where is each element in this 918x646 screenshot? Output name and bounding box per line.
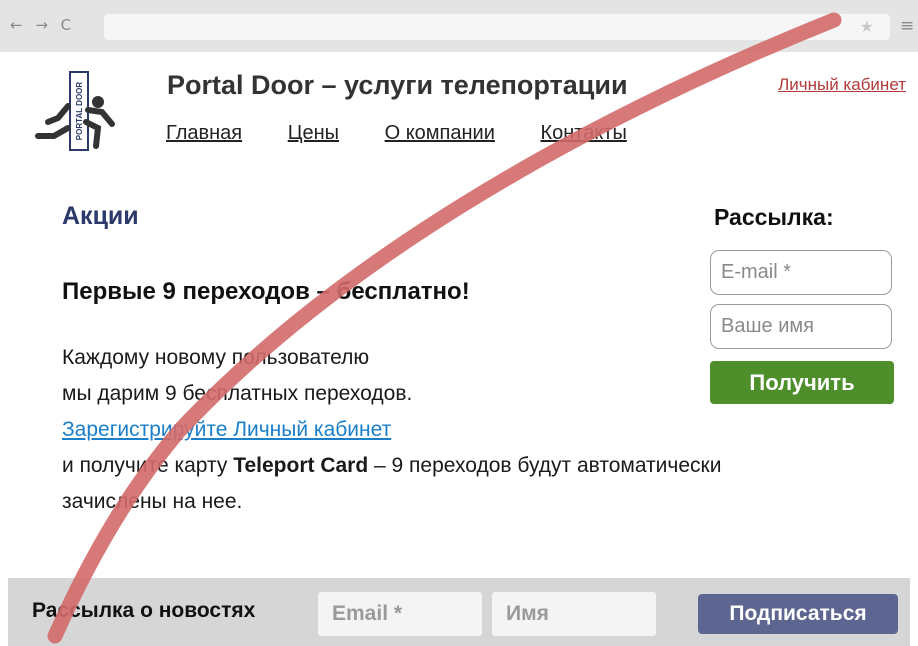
footer-newsletter-bar: Рассылка о новостях Подписаться [8,578,910,646]
promo-line-4: и получите карту Teleport Card – 9 перех… [62,448,892,484]
promo-heading: Акции [62,202,139,230]
footer-email-input[interactable] [318,592,482,636]
logo-text: PORTAL DOOR [75,82,84,141]
nav-contacts[interactable]: Контакты [540,122,626,144]
main-nav: Главная Цены О компании Контакты [166,122,667,145]
get-button[interactable]: Получить [710,361,894,404]
promo-line-4-end: – 9 переходов будут автоматически [368,454,722,477]
footer-name-input[interactable] [492,592,656,636]
page: PORTAL DOOR Portal Door – услуги телепор… [8,52,910,646]
promo-line-5: зачислены на нее. [62,490,243,513]
nav-prices[interactable]: Цены [288,122,339,144]
register-link[interactable]: Зарегистрируйте Личный кабинет [62,418,391,441]
browser-toolbar: ← → C ★ ≡ [0,0,918,52]
nav-about[interactable]: О компании [385,122,495,144]
footer-newsletter-label: Рассылка о новостях [32,599,256,622]
side-email-input[interactable] [710,250,892,295]
subscribe-button[interactable]: Подписаться [698,594,898,634]
portal-door-logo[interactable]: PORTAL DOOR [28,66,128,156]
browser-nav-icons[interactable]: ← → C [10,16,75,34]
side-name-input[interactable] [710,304,892,349]
browser-menu-icon[interactable]: ≡ [900,16,914,36]
address-bar[interactable]: ★ [104,14,890,40]
promo-title: Первые 9 переходов – бесплатно! [62,278,470,305]
card-name: Teleport Card [233,454,369,477]
promo-line-4-start: и получите карту [62,454,234,477]
bookmark-star-icon[interactable]: ★ [860,17,874,36]
nav-home[interactable]: Главная [166,122,242,144]
site-title: Portal Door – услуги телепортации [167,70,628,100]
login-link[interactable]: Личный кабинет [778,75,906,95]
side-newsletter-title: Рассылка: [714,204,834,230]
